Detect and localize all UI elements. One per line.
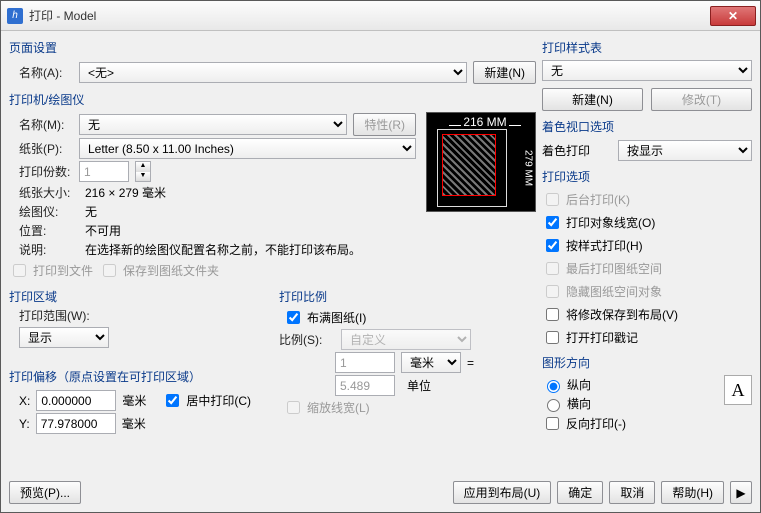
opt-stamp[interactable]: 打开打印戳记	[542, 327, 752, 348]
scale-top-input[interactable]	[335, 352, 395, 373]
paper-preview: 216 MM 279 MM	[426, 112, 536, 212]
shade-select[interactable]: 按显示	[618, 140, 752, 161]
orientation-icon: A	[724, 375, 752, 405]
scale-lw-checkbox[interactable]: 缩放线宽(L)	[279, 397, 536, 418]
page-setup-select[interactable]: <无>	[79, 62, 467, 83]
plotter-label: 绘图仪:	[9, 203, 79, 220]
titlebar: h 打印 - Model ✕	[1, 1, 760, 31]
app-icon: h	[7, 8, 23, 24]
options-group: 打印选项	[542, 164, 752, 187]
footer: 预览(P)... 应用到布局(U) 确定 取消 帮助(H) ▶	[1, 477, 760, 512]
opt-bg[interactable]: 后台打印(K)	[542, 189, 752, 210]
orient-landscape[interactable]: 横向	[542, 394, 718, 413]
printer-name-select[interactable]: 无	[79, 114, 347, 135]
scale-bottom-input[interactable]	[335, 375, 395, 396]
viewport-group: 着色视口选项	[542, 114, 752, 137]
offset-y-input[interactable]	[36, 413, 116, 434]
offset-x-label: X:	[19, 394, 30, 408]
fit-checkbox[interactable]: 布满图纸(I)	[279, 307, 536, 328]
close-button[interactable]: ✕	[710, 6, 756, 26]
opt-save-layout[interactable]: 将修改保存到布局(V)	[542, 304, 752, 325]
desc-value: 在选择新的绘图仪配置名称之前，不能打印该布局。	[85, 241, 361, 258]
preview-button[interactable]: 预览(P)...	[9, 481, 81, 504]
opt-lw[interactable]: 打印对象线宽(O)	[542, 212, 752, 233]
cancel-button[interactable]: 取消	[609, 481, 655, 504]
where-value: 不可用	[85, 222, 121, 239]
spin-up[interactable]: ▲	[136, 162, 150, 172]
styletable-select[interactable]: 无	[542, 60, 752, 81]
papersize-value: 216 × 279 毫米	[85, 184, 166, 201]
styletable-new-button[interactable]: 新建(N)	[542, 88, 643, 111]
plotter-value: 无	[85, 203, 97, 220]
styletable-group: 打印样式表	[542, 35, 752, 58]
left-column: 页面设置 名称(A): <无> 新建(N) 打印机/绘图仪 名称(M): 无 特…	[9, 35, 536, 471]
opt-style[interactable]: 按样式打印(H)	[542, 235, 752, 256]
desc-label: 说明:	[9, 241, 79, 258]
offset-x-unit: 毫米	[122, 392, 146, 409]
center-input[interactable]	[166, 394, 179, 407]
orient-portrait[interactable]: 纵向	[542, 375, 718, 394]
papersize-label: 纸张大小:	[9, 184, 79, 201]
print-to-file-checkbox[interactable]: 打印到文件	[9, 260, 93, 281]
orient-upside[interactable]: 反向打印(-)	[542, 413, 718, 434]
scope-select[interactable]: 显示	[19, 327, 109, 348]
page-setup-group: 页面设置	[9, 35, 536, 58]
save-sheet-input[interactable]	[103, 264, 116, 277]
scope-label: 打印范围(W):	[19, 307, 269, 324]
printer-block: 名称(M): 无 特性(R) 纸张(P): Letter (8.50 x 11.…	[9, 112, 536, 282]
print-to-file-input[interactable]	[13, 264, 26, 277]
scale-equals: =	[467, 356, 474, 370]
shade-label: 着色打印	[542, 142, 612, 159]
page-setup-name-label: 名称(A):	[9, 64, 73, 81]
offset-x-input[interactable]	[36, 390, 116, 411]
right-column: 打印样式表 无 新建(N) 修改(T) 着色视口选项 着色打印 按显示 打印选项…	[542, 35, 752, 471]
scale-unit-select[interactable]: 毫米	[401, 352, 461, 373]
save-sheet-checkbox[interactable]: 保存到图纸文件夹	[99, 260, 219, 281]
preview-width: 216 MM	[461, 115, 508, 129]
offset-group: 打印偏移（原点设置在可打印区域）	[9, 364, 269, 387]
styletable-edit-button[interactable]: 修改(T)	[651, 88, 752, 111]
scale-lw-input[interactable]	[287, 401, 300, 414]
preview-height: 279 MM	[522, 131, 534, 205]
expand-button[interactable]: ▶	[730, 481, 752, 504]
offset-y-unit: 毫米	[122, 415, 146, 432]
ratio-label: 比例(S):	[279, 331, 335, 348]
area-group: 打印区域	[9, 284, 269, 307]
scale-group: 打印比例	[279, 284, 536, 307]
scale-unit-bottom-label: 单位	[401, 377, 461, 394]
ok-button[interactable]: 确定	[557, 481, 603, 504]
help-button[interactable]: 帮助(H)	[661, 481, 724, 504]
paper-label: 纸张(P):	[9, 140, 73, 157]
offset-y-label: Y:	[19, 417, 30, 431]
printer-properties-button[interactable]: 特性(R)	[353, 113, 416, 136]
copies-spinner[interactable]: ▲▼	[135, 161, 151, 182]
window-title: 打印 - Model	[29, 7, 710, 24]
copies-label: 打印份数:	[9, 163, 73, 180]
dialog-body: 页面设置 名称(A): <无> 新建(N) 打印机/绘图仪 名称(M): 无 特…	[1, 31, 760, 477]
opt-last-ps[interactable]: 最后打印图纸空间	[542, 258, 752, 279]
printer-name-label: 名称(M):	[9, 116, 73, 133]
printer-group: 打印机/绘图仪	[9, 87, 536, 110]
page-setup-row: 名称(A): <无> 新建(N)	[9, 60, 536, 85]
ratio-select[interactable]: 自定义	[341, 329, 471, 350]
fit-input[interactable]	[287, 311, 300, 324]
apply-button[interactable]: 应用到布局(U)	[453, 481, 552, 504]
page-setup-new-button[interactable]: 新建(N)	[473, 61, 536, 84]
copies-input[interactable]	[79, 161, 129, 182]
opt-hide-ps[interactable]: 隐藏图纸空间对象	[542, 281, 752, 302]
spin-down[interactable]: ▼	[136, 172, 150, 182]
where-label: 位置:	[9, 222, 79, 239]
center-checkbox[interactable]: 居中打印(C)	[162, 390, 251, 411]
print-dialog: h 打印 - Model ✕ 页面设置 名称(A): <无> 新建(N) 打印机…	[0, 0, 761, 513]
paper-select[interactable]: Letter (8.50 x 11.00 Inches)	[79, 138, 416, 159]
orient-group: 图形方向	[542, 350, 752, 373]
